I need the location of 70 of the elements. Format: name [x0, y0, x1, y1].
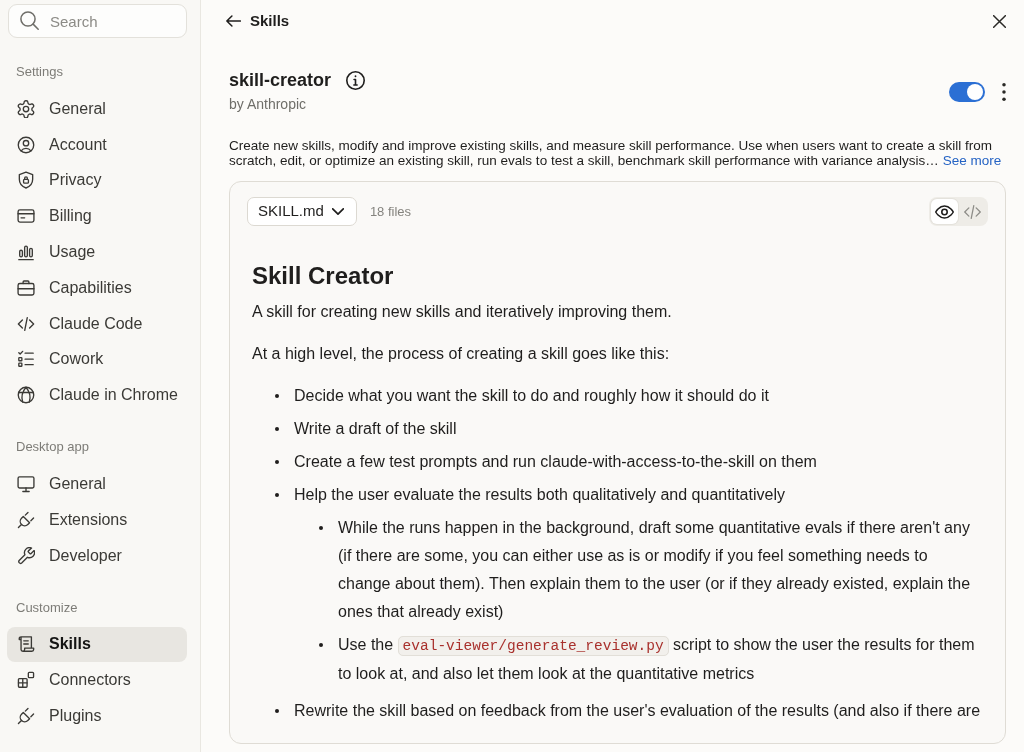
close-icon: [993, 14, 1006, 28]
sidebar-item[interactable]: Capabilities: [7, 270, 187, 306]
eye-icon: [935, 204, 954, 219]
list-item-text: Rewrite the skill based on feedback from the user's evaluation of the results (and also if there are: [294, 701, 981, 721]
sidebar-item[interactable]: Usage: [7, 234, 187, 270]
info-icon[interactable]: [346, 70, 366, 90]
list-item-text: While the runs happen in the background, draft some quantitative evals if there aren't any (if there are some, you can either use as is or modify if you feel something needs to change about them). Then explain them to the user (or if they already existed, explain the ones that already exist): [338, 518, 972, 622]
chevron-down-icon: [331, 208, 344, 215]
back-button[interactable]: Skills: [226, 9, 290, 33]
bar-chart-icon: [17, 243, 35, 262]
sidebar-item[interactable]: Connectors: [7, 662, 187, 699]
sidebar-item[interactable]: Developer: [7, 537, 187, 574]
list-item-text: Write a draft of the skill: [294, 419, 457, 439]
bullet-icon: [319, 526, 323, 530]
sidebar-item[interactable]: Account: [7, 126, 187, 163]
search-field[interactable]: Search: [8, 4, 187, 38]
sidebar-item[interactable]: General: [7, 91, 187, 127]
bullet-icon: [275, 460, 279, 464]
briefcase-icon: [17, 278, 35, 297]
sidebar-item[interactable]: Claude in Chrome: [7, 377, 187, 414]
list-item-text: Help the user evaluate the results both qualitatively and quantitatively: [294, 485, 785, 505]
shield-lock-icon: [17, 171, 35, 190]
monitor-icon: [17, 475, 35, 494]
see-more-link[interactable]: See more: [942, 153, 1002, 168]
author-text: by Anthropic: [229, 95, 308, 113]
bullet-icon: [319, 643, 323, 647]
sidebar-item[interactable]: Claude Code: [7, 305, 187, 342]
sidebar-item[interactable]: Skills: [7, 626, 187, 663]
search-icon: [20, 11, 39, 30]
list-item-text: Use the eval-viewer/generate_review.py script to show the user the results for them to look at, and also let them look at the quantitative metrics: [338, 635, 975, 684]
skill-description: Create new skills, modify and improve existing skills, and measure skill performance. Use when users want to create a skill from scratch, edit, or optimize an existing skill, run evals to test a skill, benchmark skill performance with variance analysis… See more: [229, 138, 1003, 168]
sidebar-item[interactable]: Extensions: [7, 501, 187, 538]
globe-icon: [17, 386, 35, 405]
toggle-switch[interactable]: [949, 81, 985, 102]
credit-card-icon: [17, 207, 35, 226]
person-circle-icon: [17, 135, 35, 154]
document-heading: Skill Creator: [252, 261, 395, 290]
list-item-text: Create a few test prompts and run claude-with-access-to-the-skill on them: [294, 452, 817, 472]
section-label: Desktop app: [15, 438, 90, 457]
file-select-button[interactable]: SKILL.md: [247, 197, 357, 226]
gear-icon: [17, 99, 35, 118]
sidebar-item[interactable]: General: [7, 466, 187, 502]
scroll-icon: [17, 635, 35, 654]
document-paragraph: A skill for creating new skills and iteratively improving them.: [252, 302, 673, 322]
bullet-icon: [275, 394, 279, 398]
code-icon: [17, 314, 35, 333]
sidebar-item[interactable]: Billing: [7, 198, 187, 235]
wrench-icon: [17, 546, 35, 565]
preview-tab[interactable]: [931, 199, 958, 224]
sidebar-item[interactable]: Plugins: [7, 698, 187, 734]
file-count-text: 18 files: [369, 202, 412, 221]
plug-icon: [17, 510, 35, 529]
bullet-icon: [275, 493, 279, 497]
sidebar-item[interactable]: Privacy: [7, 162, 187, 199]
arrow-left-icon: [226, 14, 241, 28]
sidebar-item[interactable]: Cowork: [7, 341, 187, 378]
list-item-text: Decide what you want the skill to do and roughly how it should do it: [294, 386, 769, 406]
bullet-icon: [275, 709, 279, 713]
document-paragraph: At a high level, the process of creating a skill goes like this:: [252, 344, 671, 364]
checklist-icon: [17, 350, 35, 369]
code-icon: [964, 203, 981, 220]
close-button[interactable]: [993, 14, 1006, 28]
blocks-icon: [17, 671, 35, 690]
vertical-dots-icon: [1002, 82, 1006, 101]
section-label: Customize: [15, 598, 79, 617]
more-options-button[interactable]: [1002, 82, 1006, 101]
bullet-icon: [275, 427, 279, 431]
skill-title: skill-creator: [229, 69, 332, 91]
section-label: Settings: [15, 63, 64, 81]
plug-icon: [17, 707, 35, 726]
